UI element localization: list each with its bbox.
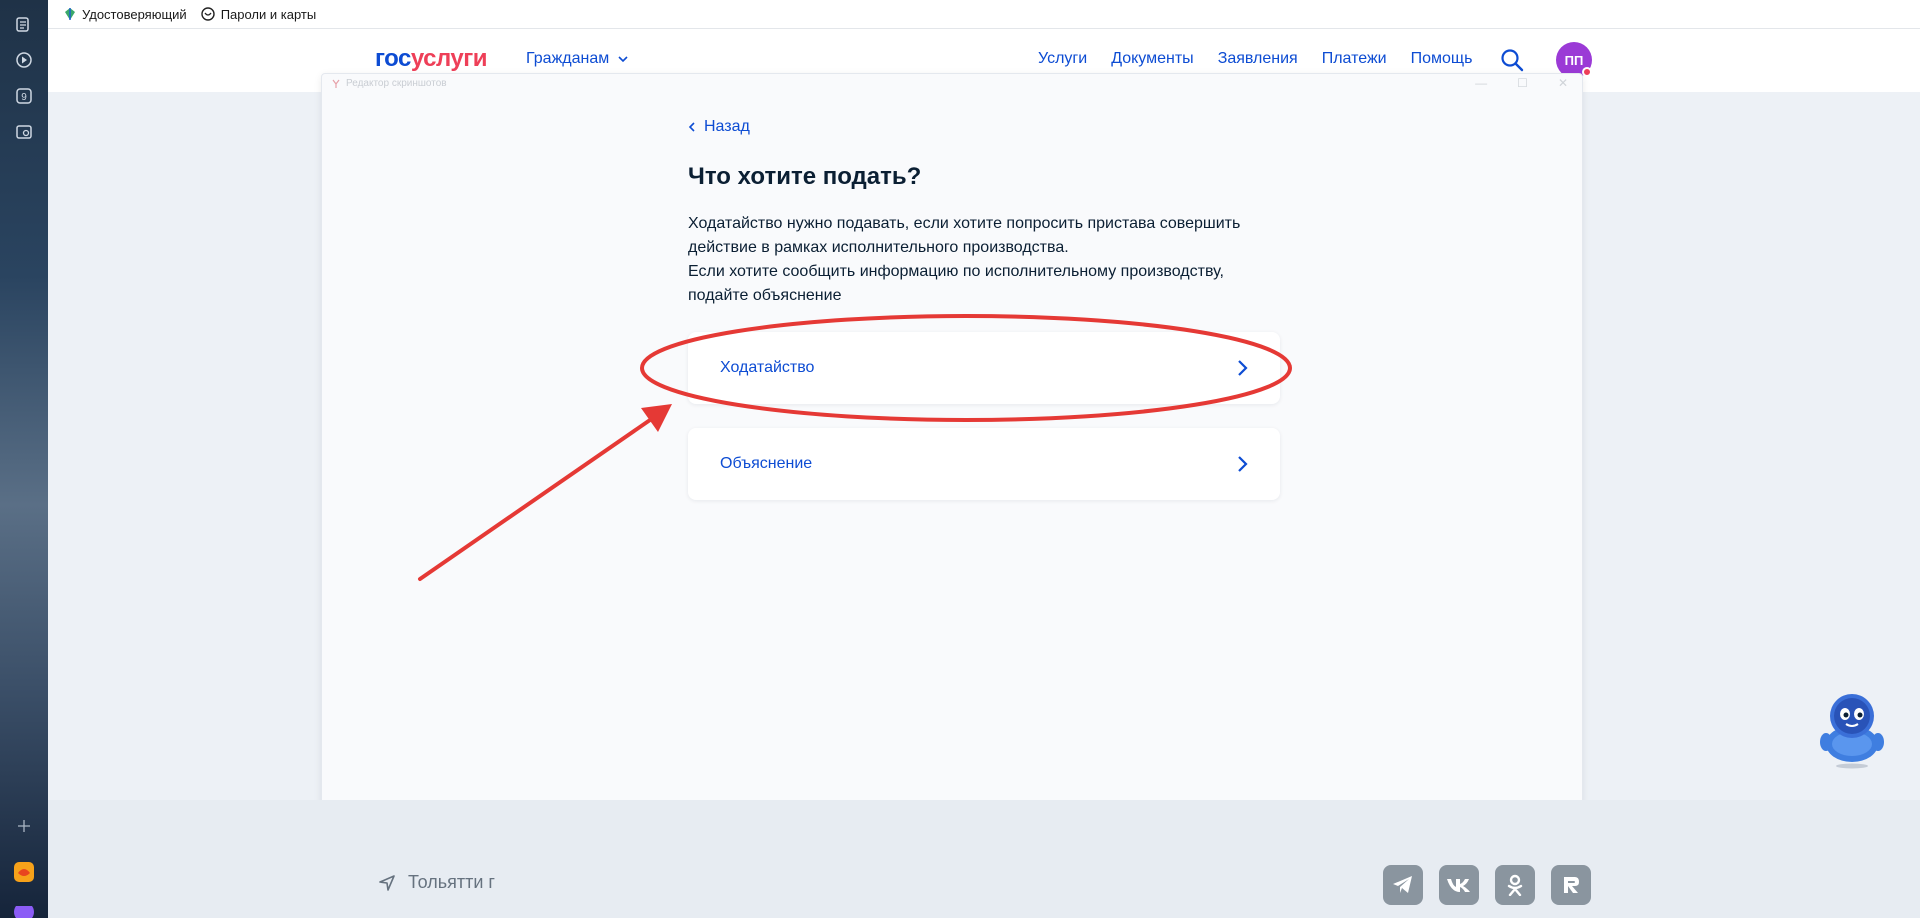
nav-applications[interactable]: Заявления (1218, 50, 1298, 68)
nav-payments[interactable]: Платежи (1322, 50, 1387, 68)
back-label: Назад (704, 118, 750, 135)
search-icon (1501, 49, 1524, 72)
nav-services[interactable]: Услуги (1038, 50, 1087, 68)
chevron-down-icon (618, 56, 628, 63)
tabs-icon[interactable] (12, 12, 36, 36)
option-explanation[interactable]: Объяснение (688, 428, 1280, 500)
app-icon[interactable] (12, 860, 36, 884)
site-footer: Тольятти г (48, 800, 1920, 918)
chevron-right-icon (1238, 360, 1248, 376)
editor-title: Редактор скриншотов (346, 78, 447, 89)
description-paragraph: Если хотите сообщить информацию по испол… (688, 263, 1224, 304)
option-petition[interactable]: Ходатайство (688, 332, 1280, 404)
logo-part-uslugi: услуги (410, 45, 488, 72)
page-title: Что хотите подать? (688, 163, 922, 190)
maximize-icon[interactable]: ☐ (1517, 76, 1528, 90)
vk-icon (1447, 879, 1470, 892)
robot-assistant-button[interactable] (1806, 690, 1896, 770)
screenshot-icon[interactable] (12, 120, 36, 144)
back-link[interactable]: Назад (688, 118, 750, 136)
chevron-right-icon (1238, 456, 1248, 472)
option-label: Объяснение (720, 455, 813, 472)
close-icon[interactable]: ✕ (1558, 76, 1568, 90)
vk-link[interactable] (1439, 865, 1479, 905)
odnoklassniki-icon (1507, 874, 1523, 896)
editor-titlebar: Редактор скриншотов (332, 78, 447, 89)
telegram-icon (1393, 876, 1412, 893)
description-paragraph: Ходатайство нужно подавать, если хотите … (688, 215, 1241, 256)
location-selector[interactable]: Тольятти г (378, 872, 495, 893)
bookmarks-bar: Удостоверяющий Пароли и карты (48, 0, 1920, 29)
yandex-icon (332, 79, 340, 88)
social-links (1383, 865, 1591, 905)
telegram-link[interactable] (1383, 865, 1423, 905)
bookmark-certificate[interactable]: Удостоверяющий (64, 7, 187, 22)
citizens-label: Гражданам (526, 50, 610, 67)
citizens-menu[interactable]: Гражданам (526, 50, 629, 68)
alice-icon[interactable] (12, 906, 36, 918)
rutube-link[interactable] (1551, 865, 1591, 905)
main-nav: Услуги Документы Заявления Платежи Помощ… (1038, 50, 1472, 68)
notification-dot (1582, 67, 1592, 77)
minimize-icon[interactable]: — (1475, 76, 1487, 90)
rutube-icon (1564, 877, 1579, 893)
search-button[interactable] (1500, 48, 1526, 74)
bookmark-passwords[interactable]: Пароли и карты (200, 6, 317, 22)
leaf-icon (65, 8, 75, 20)
svg-text:9: 9 (21, 92, 27, 103)
robot-max-icon (1820, 694, 1884, 769)
bookmark-label: Пароли и карты (220, 6, 317, 22)
nav-documents[interactable]: Документы (1111, 50, 1193, 68)
odnoklassniki-link[interactable] (1495, 865, 1535, 905)
nav-help[interactable]: Помощь (1411, 50, 1473, 68)
browser-sidebar: 9 (0, 0, 48, 918)
play-icon[interactable] (12, 48, 36, 72)
location-arrow-icon (379, 874, 395, 891)
avatar-initials: ПП (1564, 52, 1584, 68)
gosuslugi-logo[interactable]: госуслуги (375, 45, 488, 73)
option-label: Ходатайство (720, 359, 815, 376)
logo-part-gos: гос (375, 45, 411, 72)
page-description: Ходатайство нужно подавать, если хотите … (688, 212, 1248, 308)
nine-icon[interactable]: 9 (12, 84, 36, 108)
key-icon (200, 7, 215, 21)
chevron-left-icon (688, 122, 695, 132)
editor-window-controls: — ☐ ✕ (1475, 76, 1568, 90)
location-label: Тольятти г (408, 872, 495, 892)
add-icon[interactable] (12, 814, 36, 838)
bookmark-label: Удостоверяющий (82, 6, 187, 22)
